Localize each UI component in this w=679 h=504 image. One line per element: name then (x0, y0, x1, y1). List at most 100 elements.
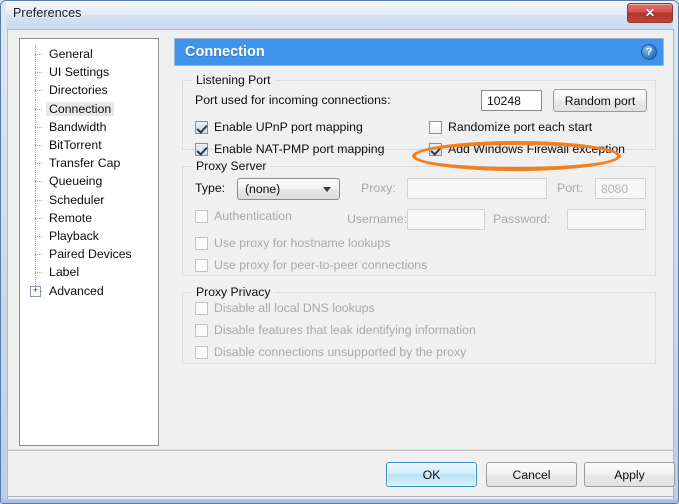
sidebar-item-label: BitTorrent (49, 138, 102, 153)
firewall-exception-checkbox[interactable]: Add Windows Firewall exception (429, 142, 625, 156)
disable-unsupported-label: Disable connections unsupported by the p… (214, 345, 467, 359)
sidebar-item-bandwidth[interactable]: Bandwidth (20, 117, 158, 137)
disable-leak-features-checkbox[interactable]: Disable features that leak identifying i… (195, 323, 476, 337)
proxy-privacy-group: Proxy Privacy Disable all local DNS look… (182, 285, 656, 364)
checkbox-box (429, 120, 442, 134)
dialog-client-area: General UI Settings Directories Connection B… (7, 29, 674, 499)
cancel-label: Cancel (512, 467, 551, 482)
listening-port-group: Listening Port Port used for incoming co… (182, 73, 656, 156)
checkbox-box (195, 345, 208, 359)
sidebar-item-queueing[interactable]: Queueing (20, 172, 158, 191)
sidebar-item-label: Paired Devices (49, 247, 132, 262)
proxy-host-input[interactable] (407, 178, 547, 199)
sidebar-item-label: Connection (46, 101, 115, 116)
enable-natpmp-label: Enable NAT-PMP port mapping (214, 142, 385, 156)
proxy-password-input[interactable] (567, 209, 646, 230)
sidebar-item-label: Directories (49, 83, 108, 98)
sidebar-item-label: Bandwidth (49, 119, 107, 134)
enable-upnp-label: Enable UPnP port mapping (214, 120, 363, 134)
proxy-username-input[interactable] (407, 209, 485, 230)
sidebar-item-label: Queueing (49, 174, 103, 189)
proxy-privacy-legend: Proxy Privacy (192, 285, 275, 299)
sidebar-item-ui-settings[interactable]: UI Settings (20, 63, 158, 82)
sidebar-item-label: Label (49, 265, 80, 280)
sidebar-item-label: Scheduler (49, 192, 105, 207)
port-input[interactable] (481, 90, 542, 111)
randomize-port-label: Randomize port each start (448, 120, 593, 134)
apply-label: Apply (614, 467, 645, 482)
listening-port-legend: Listening Port (192, 73, 275, 87)
randomize-port-checkbox[interactable]: Randomize port each start (429, 120, 592, 134)
cancel-button[interactable]: Cancel (486, 462, 577, 487)
proxy-type-label: Type: (195, 181, 226, 195)
ok-button[interactable]: OK (386, 462, 477, 487)
firewall-exception-label: Add Windows Firewall exception (448, 142, 626, 156)
sidebar-item-playback[interactable]: Playback (20, 226, 158, 246)
footer-separator (8, 450, 673, 451)
proxy-server-legend: Proxy Server (192, 159, 271, 173)
close-button[interactable]: ✕ (627, 3, 673, 23)
checkbox-box (195, 301, 208, 315)
page-title: Connection (185, 44, 265, 60)
proxy-p2p-label: Use proxy for peer-to-peer connections (214, 258, 428, 272)
sidebar-item-general[interactable]: General (20, 45, 158, 64)
checkbox-box (195, 323, 208, 337)
proxy-p2p-checkbox[interactable]: Use proxy for peer-to-peer connections (195, 258, 427, 272)
chevron-down-icon (323, 187, 331, 192)
window-title: Preferences (13, 6, 82, 20)
sidebar-item-paired-devices[interactable]: Paired Devices (20, 245, 158, 264)
proxy-type-value: (none) (245, 182, 281, 196)
checkbox-box (429, 142, 442, 156)
disable-leak-features-label: Disable features that leak identifying i… (214, 323, 476, 337)
proxy-host-label: Proxy: (361, 181, 396, 195)
proxy-port-input[interactable] (595, 178, 646, 199)
sidebar-item-transfer-cap[interactable]: Transfer Cap (20, 154, 158, 173)
sidebar-item-bittorrent[interactable]: BitTorrent (20, 135, 158, 155)
random-port-button[interactable]: Random port (553, 89, 647, 112)
disable-unsupported-checkbox[interactable]: Disable connections unsupported by the p… (195, 345, 466, 359)
enable-upnp-checkbox[interactable]: Enable UPnP port mapping (195, 120, 363, 134)
proxy-password-label: Password: (493, 212, 551, 226)
enable-natpmp-checkbox[interactable]: Enable NAT-PMP port mapping (195, 142, 384, 156)
close-icon: ✕ (644, 6, 656, 20)
sidebar-item-label: Playback (49, 228, 99, 243)
sidebar-item-scheduler[interactable]: Scheduler (20, 190, 158, 209)
sidebar-item-connection[interactable]: Connection (20, 99, 158, 118)
sidebar-item-remote[interactable]: Remote (20, 208, 158, 228)
random-port-label: Random port (564, 93, 636, 108)
preferences-window: Preferences ✕ General UI Settings Director… (0, 0, 679, 504)
ok-label: OK (422, 467, 441, 482)
apply-button[interactable]: Apply (584, 462, 675, 487)
proxy-port-label: Port: (557, 181, 583, 195)
tree-expander-glyph: + (32, 284, 39, 295)
window-edge-left (1, 1, 6, 503)
pane-header: Connection ? (174, 38, 664, 66)
proxy-hostname-lookups-checkbox[interactable]: Use proxy for hostname lookups (195, 236, 390, 250)
sidebar-item-directories[interactable]: Directories (20, 81, 158, 100)
tree-expander-icon[interactable]: + (30, 284, 41, 297)
checkbox-box (195, 236, 208, 250)
port-label: Port used for incoming connections: (195, 93, 391, 107)
settings-pane: Connection ? Listening Port Port used fo… (174, 38, 664, 446)
proxy-authentication-checkbox[interactable]: Authentication (195, 209, 292, 223)
proxy-username-label: Username: (347, 212, 408, 226)
proxy-authentication-label: Authentication (214, 209, 292, 223)
dialog-footer: OK Cancel Apply (7, 449, 675, 497)
checkbox-box (195, 209, 208, 223)
sidebar-item-advanced[interactable]: + Advanced (20, 281, 158, 299)
sidebar-item-label: Advanced (49, 283, 104, 298)
sidebar-item-label: Remote (49, 210, 93, 225)
sidebar-item-label: General (49, 47, 93, 62)
help-icon[interactable]: ? (641, 44, 657, 60)
sidebar-item-label: Transfer Cap (49, 156, 121, 171)
title-bar: Preferences ✕ (1, 1, 678, 29)
disable-dns-label: Disable all local DNS lookups (214, 301, 375, 315)
sidebar-item-label[interactable]: Label (20, 263, 158, 282)
proxy-server-group: Proxy Server Type: (none) Proxy: Port: 8… (182, 159, 656, 276)
disable-dns-checkbox[interactable]: Disable all local DNS lookups (195, 301, 375, 315)
checkbox-box (195, 120, 208, 134)
proxy-hostname-lookups-label: Use proxy for hostname lookups (214, 236, 391, 250)
proxy-type-select[interactable]: (none) (237, 178, 340, 200)
sidebar-item-label: UI Settings (49, 65, 110, 80)
settings-tree[interactable]: General UI Settings Directories Connection B… (19, 38, 159, 446)
